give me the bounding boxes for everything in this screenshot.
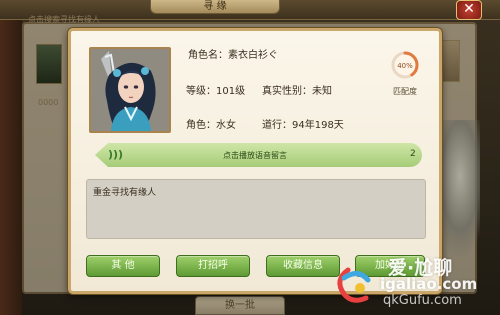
collect-info-button[interactable]: 收藏信息	[266, 255, 340, 277]
panel-title-banner: 寻 缘	[150, 0, 280, 14]
close-button[interactable]: ✕	[456, 0, 482, 20]
character-role: 角色：水女	[186, 120, 236, 131]
voice-message-count: 2	[410, 149, 416, 159]
background-hint-text: 点击搜索寻找有缘人	[28, 15, 100, 24]
character-name: 角色名：素衣白衫ぐ	[188, 50, 278, 61]
voice-wave-icon: )))	[108, 148, 124, 161]
match-ring-icon: 40%	[391, 51, 419, 79]
background-card-thumbnail[interactable]	[36, 44, 62, 84]
left-edge-decoration	[0, 20, 22, 315]
greet-button[interactable]: 打招呼	[176, 255, 250, 277]
watermark-line-3: qkGufu.com	[383, 293, 462, 308]
character-gender: 真实性别：未知	[262, 86, 332, 97]
character-portrait	[89, 47, 171, 133]
character-dao: 道行：94年198天	[262, 120, 344, 131]
other-button[interactable]: 其 他	[86, 255, 160, 277]
watermark-line-2: igaliao.com	[380, 275, 478, 293]
voice-message-label: 点击播放语音留言	[223, 151, 287, 160]
message-text: 重金寻找有缘人	[93, 188, 157, 198]
character-level: 等级：101级	[186, 86, 246, 97]
match-percent: 40%	[397, 62, 413, 70]
refresh-button[interactable]: 换一批	[195, 296, 285, 315]
background-card-thumbnail-right[interactable]	[440, 40, 460, 82]
match-caption: 匹配度	[393, 87, 417, 96]
background-card-number: 0000	[38, 98, 59, 107]
